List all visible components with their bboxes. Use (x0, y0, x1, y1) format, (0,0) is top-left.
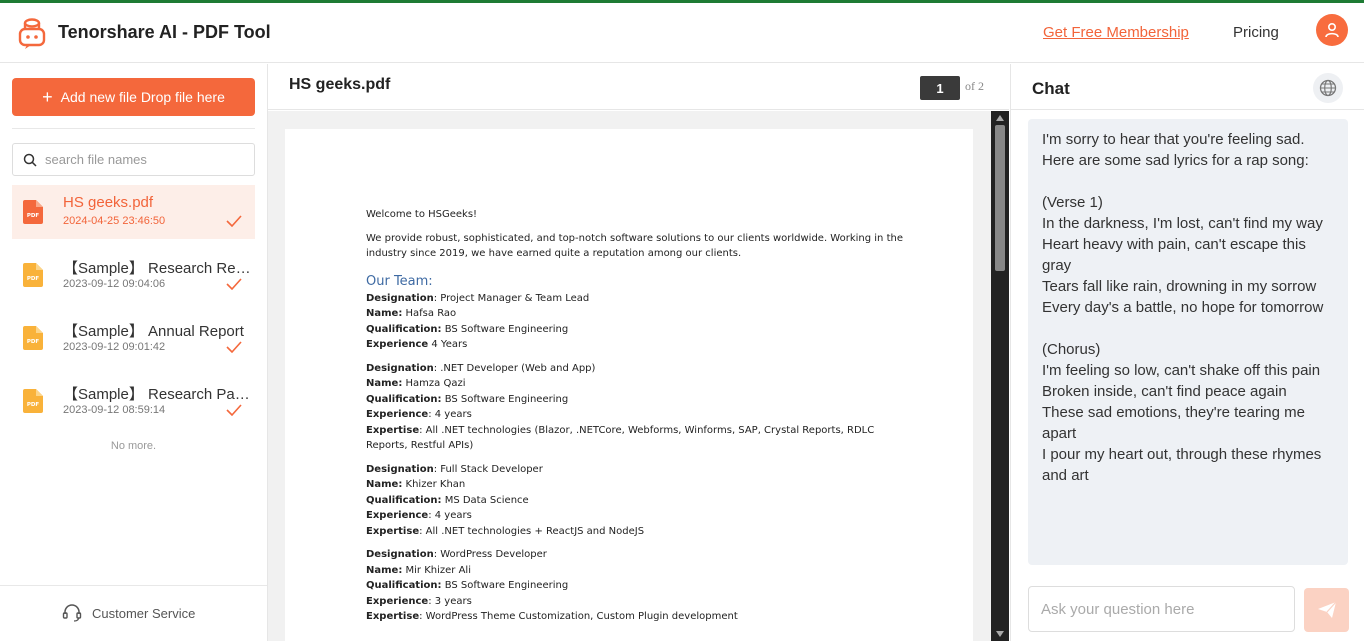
tenorshare-logo-icon (18, 18, 46, 49)
get-free-membership-link[interactable]: Get Free Membership (1043, 24, 1189, 41)
chat-panel: Chat I'm sorry to hear that you're feeli… (1010, 64, 1364, 641)
svg-text:PDF: PDF (27, 402, 40, 408)
scroll-up-icon[interactable] (996, 115, 1004, 121)
chat-title: Chat (1032, 79, 1070, 98)
svg-text:PDF: PDF (27, 213, 40, 219)
pdf-viewer: HS geeks.pdf 1 of 2 Welcome to HSGeeks! … (268, 64, 1009, 641)
user-avatar-button[interactable] (1316, 14, 1348, 46)
app-header: Tenorshare AI - PDF Tool Get Free Member… (0, 3, 1364, 63)
member-line: Designation: WordPress Developer (366, 549, 547, 560)
chat-input[interactable] (1041, 600, 1281, 618)
member-line: Experience 4 Years (366, 339, 468, 350)
member-line: Expertise: WordPress Theme Customization… (366, 611, 738, 622)
pdf-file-icon: PDF (23, 326, 43, 350)
member-line: Qualification: BS Software Engineering (366, 393, 569, 405)
divider (0, 585, 267, 586)
pdf-page: Welcome to HSGeeks! We provide robust, s… (285, 129, 973, 641)
pricing-link[interactable]: Pricing (1233, 24, 1279, 41)
member-line: Name: Khizer Khan (366, 479, 466, 490)
file-date: 2023-09-12 08:59:14 (63, 404, 166, 416)
add-file-label: Add new file Drop file here (60, 89, 225, 105)
checkmark-icon (226, 341, 242, 353)
checkmark-icon (226, 215, 242, 227)
document-title: HS geeks.pdf (289, 76, 391, 93)
language-button[interactable] (1313, 73, 1343, 103)
member-line: Expertise: All .NET technologies + React… (366, 525, 645, 537)
scroll-down-icon[interactable] (996, 631, 1004, 637)
checkmark-icon (226, 404, 242, 416)
search-input[interactable] (45, 152, 245, 167)
no-more-label: No more. (110, 440, 157, 452)
customer-service-button[interactable]: Customer Service (62, 604, 195, 622)
file-date: 2024-04-25 23:46:50 (63, 215, 166, 227)
intro-paragraph: We provide robust, sophisticated, and to… (366, 232, 903, 260)
svg-text:PDF: PDF (27, 339, 40, 345)
file-date: 2023-09-12 09:01:42 (63, 341, 166, 353)
file-name: 【Sample】 Research Report on Chinese Cons… (63, 260, 251, 277)
page-total: of 2 (965, 79, 984, 93)
welcome-line: Welcome to HSGeeks! (366, 209, 478, 220)
send-button[interactable] (1304, 588, 1349, 632)
file-name: 【Sample】 Research Paper (63, 386, 251, 403)
member-line: Qualification: MS Data Science (366, 494, 529, 506)
file-sidebar: + Add new file Drop file here PDF HS gee… (0, 64, 268, 641)
add-file-button[interactable]: + Add new file Drop file here (12, 78, 255, 116)
document-canvas: Welcome to HSGeeks! We provide robust, s… (268, 111, 991, 641)
member-line: Name: Mir Khizer Ali (366, 564, 471, 576)
svg-text:PDF: PDF (27, 276, 40, 282)
member-line: Qualification: BS Software Engineering (366, 580, 569, 591)
viewer-header: HS geeks.pdf 1 of 2 (268, 64, 1009, 110)
user-icon (1325, 22, 1339, 38)
page-number-input[interactable]: 1 (920, 76, 960, 100)
pdf-file-icon: PDF (23, 200, 43, 224)
chat-message: I'm sorry to hear that you're feeling sa… (1028, 119, 1348, 565)
divider (12, 128, 255, 129)
member-line: Experience: 4 years (366, 409, 472, 420)
member-line: Experience: 4 years (366, 510, 472, 521)
headset-icon (62, 604, 82, 622)
chat-header: Chat (1011, 64, 1364, 110)
checkmark-icon (226, 278, 242, 290)
file-item[interactable]: PDF 【Sample】 Research Report on Chinese … (12, 248, 255, 302)
page-content: Welcome to HSGeeks! We provide robust, s… (366, 207, 906, 625)
send-icon (1317, 601, 1336, 618)
pdf-file-icon: PDF (23, 263, 43, 287)
member-line: Name: Hamza Qazi (366, 378, 466, 389)
search-icon (23, 153, 37, 167)
file-date: 2023-09-12 09:04:06 (63, 278, 166, 290)
file-name: 【Sample】 Annual Report (63, 323, 244, 340)
globe-icon (1319, 79, 1337, 97)
file-item[interactable]: PDF 【Sample】 Research Paper 2023-09-12 0… (12, 374, 255, 428)
chat-input-box[interactable] (1028, 586, 1295, 632)
file-item[interactable]: PDF 【Sample】 Annual Report 2023-09-12 09… (12, 311, 255, 365)
pdf-file-icon: PDF (23, 389, 43, 413)
member-line: Name: Hafsa Rao (366, 308, 457, 319)
member-line: Designation: Project Manager & Team Lead (366, 292, 590, 304)
customer-service-label: Customer Service (92, 605, 196, 621)
team-heading: Our Team: (366, 273, 433, 289)
member-line: Designation: .NET Developer (Web and App… (366, 362, 596, 374)
member-line: Qualification: BS Software Engineering (366, 323, 569, 335)
file-search-box[interactable] (12, 143, 255, 176)
member-line: Expertise: All .NET technologies (Blazor… (366, 424, 875, 452)
file-item[interactable]: PDF HS geeks.pdf 2024-04-25 23:46:50 (12, 185, 255, 239)
member-line: Designation: Full Stack Developer (366, 463, 543, 475)
file-name: HS geeks.pdf (63, 194, 154, 211)
app-title: Tenorshare AI - PDF Tool (58, 22, 271, 42)
plus-icon: + (42, 87, 53, 107)
member-line: Experience: 3 years (366, 595, 472, 607)
viewer-scrollbar[interactable] (991, 111, 1009, 641)
scroll-thumb[interactable] (995, 125, 1005, 271)
